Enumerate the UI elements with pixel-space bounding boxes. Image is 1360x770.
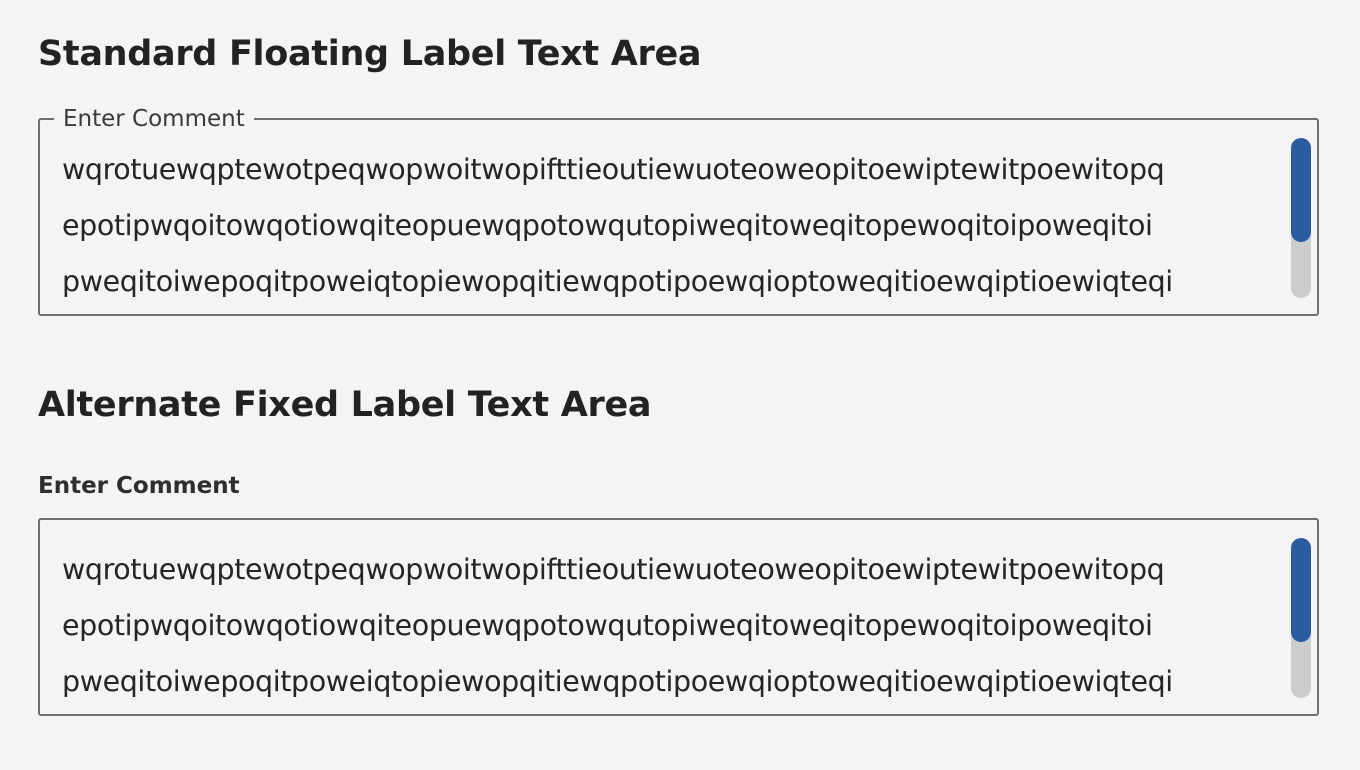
- standard-comment-textarea[interactable]: Enter Comment wqrotuewqptewotpeqwopwoitw…: [38, 107, 1319, 316]
- textarea-line: wqrotuewqptewotpeqwopwoitwopifttieoutiew…: [62, 153, 1165, 186]
- alternate-scrollbar-track[interactable]: [1291, 538, 1311, 698]
- textarea-line: pweqitoiwepoqitpoweiqtopiewopqitiewqpoti…: [62, 265, 1173, 298]
- standard-textarea-content[interactable]: wqrotuewqptewotpeqwopwoitwopifttieoutiew…: [62, 142, 1282, 298]
- textarea-line: epotipwqoitowqotiowqiteopuewqpotowqutopi…: [62, 209, 1153, 242]
- textarea-line: wqrotuewqptewotpeqwopwoitwopifttieoutiew…: [62, 553, 1165, 586]
- standard-scrollbar-thumb[interactable]: [1291, 138, 1311, 242]
- standard-text-area-section: Standard Floating Label Text Area Enter …: [38, 0, 1321, 330]
- alternate-section-title: Alternate Fixed Label Text Area: [38, 385, 652, 425]
- alternate-scrollbar-thumb[interactable]: [1291, 538, 1311, 642]
- alternate-comment-textarea[interactable]: wqrotuewqptewotpeqwopwoitwopifttieoutiew…: [38, 518, 1319, 716]
- standard-section-title: Standard Floating Label Text Area: [38, 34, 702, 74]
- textarea-line: epotipwqoitowqotiowqiteopuewqpotowqutopi…: [62, 609, 1153, 642]
- textarea-line: pweqitoiwepoqitpoweiqtopiewopqitiewqpoti…: [62, 665, 1173, 698]
- alternate-text-area-section: Alternate Fixed Label Text Area Enter Co…: [38, 385, 1321, 725]
- alternate-fixed-label: Enter Comment: [38, 473, 240, 499]
- standard-floating-label: Enter Comment: [54, 107, 254, 131]
- alternate-textarea-content[interactable]: wqrotuewqptewotpeqwopwoitwopifttieoutiew…: [62, 542, 1282, 698]
- standard-scrollbar-track[interactable]: [1291, 138, 1311, 298]
